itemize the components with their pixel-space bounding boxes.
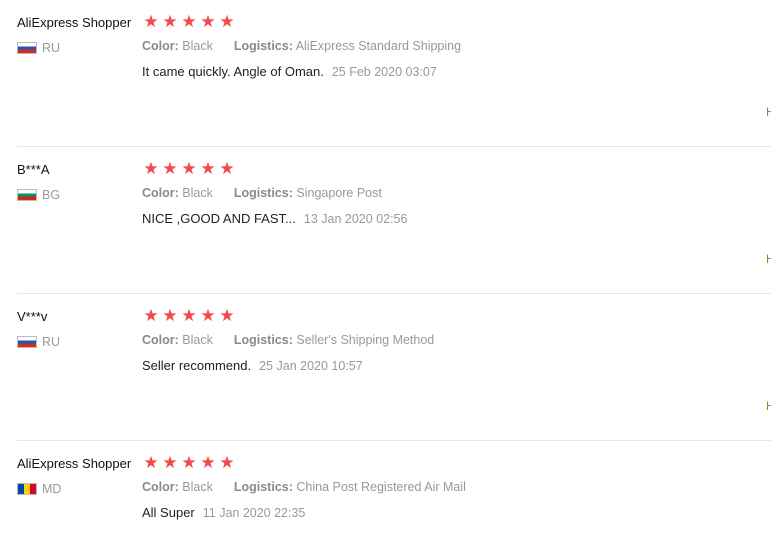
star-icon: ★	[143, 12, 159, 31]
star-icon: ★	[162, 12, 178, 31]
logistics-label: Logistics:	[233, 39, 293, 53]
review-text-row: NICE ,GOOD AND FAST... 13 Jan 2020 02:56	[142, 211, 407, 226]
logistics-label: Logistics:	[233, 333, 293, 347]
review-text-row: Seller recommend. 25 Jan 2020 10:57	[142, 358, 363, 373]
logistics-label: Logistics:	[233, 186, 293, 200]
color-value: Black	[182, 333, 213, 347]
country-code: MD	[42, 482, 62, 496]
reviewer-country: RU	[17, 335, 60, 349]
logistics-value: AliExpress Standard Shipping	[295, 39, 462, 53]
star-icon: ★	[219, 159, 235, 178]
flag-bg-icon	[17, 189, 37, 201]
flag-ru-icon	[17, 336, 37, 348]
star-icon: ★	[219, 12, 235, 31]
star-icon: ★	[200, 306, 216, 325]
order-attributes: Color: Black Logistics: Seller's Shippin…	[142, 333, 434, 347]
review-date: 13 Jan 2020 02:56	[303, 212, 408, 226]
color-value: Black	[182, 39, 213, 53]
reviewer-name: AliExpress Shopper	[17, 15, 132, 30]
color-label: Color:	[142, 186, 179, 200]
review-date: 25 Jan 2020 10:57	[259, 359, 363, 373]
color-label: Color:	[142, 480, 179, 494]
star-rating: ★ ★ ★ ★ ★	[142, 13, 236, 31]
helpful-button[interactable]: H	[766, 105, 771, 119]
country-code: BG	[42, 188, 61, 202]
star-icon: ★	[143, 306, 159, 325]
divider	[17, 146, 771, 147]
flag-ru-icon	[17, 42, 37, 54]
review-date: 25 Feb 2020 03:07	[331, 65, 437, 79]
flag-md-icon	[17, 483, 37, 495]
review-text-row: All Super 11 Jan 2020 22:35	[142, 505, 305, 520]
reviewer-name: B***A	[17, 162, 50, 177]
reviewer-name: V***v	[17, 309, 48, 324]
color-label: Color:	[142, 39, 179, 53]
review-text: NICE ,GOOD AND FAST...	[142, 211, 296, 226]
helpful-button[interactable]: H	[766, 399, 771, 413]
order-attributes: Color: Black Logistics: AliExpress Stand…	[142, 39, 461, 53]
color-value: Black	[182, 186, 213, 200]
logistics-label: Logistics:	[233, 480, 293, 494]
star-icon: ★	[219, 306, 235, 325]
color-value: Black	[182, 480, 213, 494]
country-code: RU	[42, 335, 61, 349]
star-rating: ★ ★ ★ ★ ★	[142, 307, 236, 325]
order-attributes: Color: Black Logistics: China Post Regis…	[142, 480, 466, 494]
star-icon: ★	[219, 453, 235, 472]
logistics-value: Seller's Shipping Method	[296, 333, 435, 347]
reviewer-country: MD	[17, 482, 61, 496]
star-icon: ★	[162, 159, 178, 178]
color-label: Color:	[142, 333, 179, 347]
star-icon: ★	[200, 453, 216, 472]
star-icon: ★	[162, 306, 178, 325]
logistics-value: China Post Registered Air Mail	[296, 480, 466, 494]
review-text: All Super	[142, 505, 195, 520]
star-icon: ★	[143, 159, 159, 178]
reviewer-country: BG	[17, 188, 60, 202]
divider	[17, 440, 771, 441]
divider	[17, 293, 771, 294]
logistics-value: Singapore Post	[296, 186, 382, 200]
star-icon: ★	[181, 12, 197, 31]
star-icon: ★	[181, 306, 197, 325]
country-code: RU	[42, 41, 61, 55]
star-icon: ★	[162, 453, 178, 472]
star-icon: ★	[200, 12, 216, 31]
helpful-button[interactable]: H	[766, 252, 771, 266]
review-date: 11 Jan 2020 22:35	[202, 506, 306, 520]
reviewer-name: AliExpress Shopper	[17, 456, 132, 471]
star-rating: ★ ★ ★ ★ ★	[142, 454, 236, 472]
star-icon: ★	[181, 159, 197, 178]
review-text: It came quickly. Angle of Oman.	[142, 64, 324, 79]
review-text-row: It came quickly. Angle of Oman. 25 Feb 20…	[142, 64, 437, 79]
order-attributes: Color: Black Logistics: Singapore Post	[142, 186, 382, 200]
star-icon: ★	[200, 159, 216, 178]
star-icon: ★	[181, 453, 197, 472]
reviewer-country: RU	[17, 41, 60, 55]
star-rating: ★ ★ ★ ★ ★	[142, 160, 236, 178]
star-icon: ★	[143, 453, 159, 472]
review-text: Seller recommend.	[142, 358, 252, 373]
